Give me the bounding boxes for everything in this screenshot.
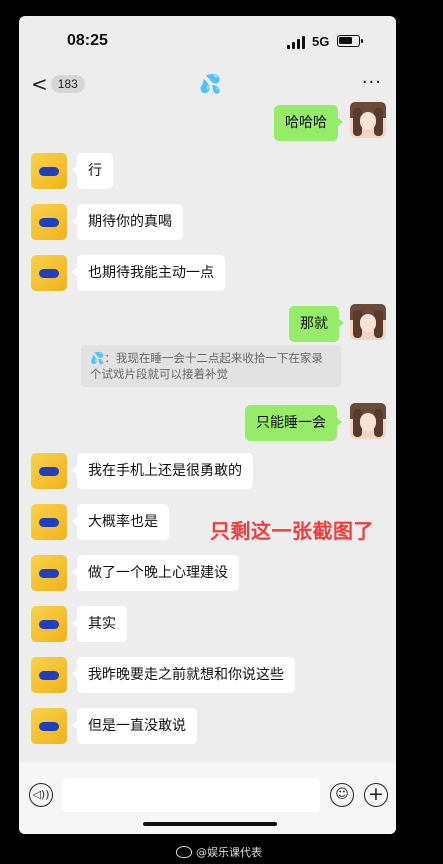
message-bubble[interactable]: 哈哈哈 [274,105,343,141]
message-bubble[interactable]: 我在手机上还是很勇敢的 [72,453,253,489]
overlay-caption: 只剩这一张截图了 [210,519,374,543]
message-bubble[interactable]: 大概率也是 [72,504,169,540]
network-label: 5G [312,34,330,49]
avatar[interactable] [31,204,67,240]
weibo-icon [176,846,192,858]
avatar[interactable] [31,657,67,693]
message-bubble[interactable]: 那就 [289,306,344,342]
message-bubble[interactable]: 只能睡一会 [245,405,342,441]
chevron-left-icon: < [31,72,48,96]
message-input[interactable] [62,778,320,812]
home-indicator[interactable] [143,822,277,826]
more-button[interactable]: ··· [362,72,382,93]
unread-badge: 183 [50,75,85,93]
avatar[interactable] [31,606,67,642]
message-bubble[interactable]: 做了一个晚上心理建设 [72,555,239,591]
voice-icon[interactable]: ◁)) [29,783,53,807]
message-bubble[interactable]: 我昨晚要走之前就想和你说这些 [72,657,295,693]
phone-screen: 08:25 5G < 183 💦 ··· 哈哈哈 行 期待你的真喝 也期待我能主… [19,16,396,834]
status-bar: 08:25 5G [19,16,396,70]
avatar[interactable] [31,255,67,291]
battery-icon [337,35,363,47]
avatar[interactable] [350,304,386,340]
signal-icon [287,36,309,49]
message-bubble[interactable]: 也期待我能主动一点 [72,255,225,291]
chat-title: 💦 [199,74,222,95]
message-bubble[interactable]: 其实 [72,606,127,642]
watermark: @娱乐课代表 [176,844,262,860]
plus-icon[interactable]: + [364,783,388,807]
message-bubble[interactable]: 期待你的真喝 [72,204,183,240]
watermark-text: @娱乐课代表 [196,846,262,859]
avatar[interactable] [31,504,67,540]
message-bubble[interactable]: 行 [72,153,113,189]
back-button[interactable]: < 183 [31,74,85,94]
avatar[interactable] [350,102,386,138]
emoji-icon[interactable]: ☺ [330,783,354,807]
message-bubble[interactable]: 但是一直没敢说 [72,708,197,744]
avatar[interactable] [31,555,67,591]
status-time: 08:25 [67,32,108,49]
chat-header: < 183 💦 ··· [19,70,396,104]
avatar[interactable] [31,708,67,744]
quoted-message[interactable]: 💦：我现在睡一会十二点起来收拾一下在家录个试戏片段就可以接着补觉 [81,345,341,387]
avatar[interactable] [31,153,67,189]
avatar[interactable] [350,403,386,439]
avatar[interactable] [31,453,67,489]
